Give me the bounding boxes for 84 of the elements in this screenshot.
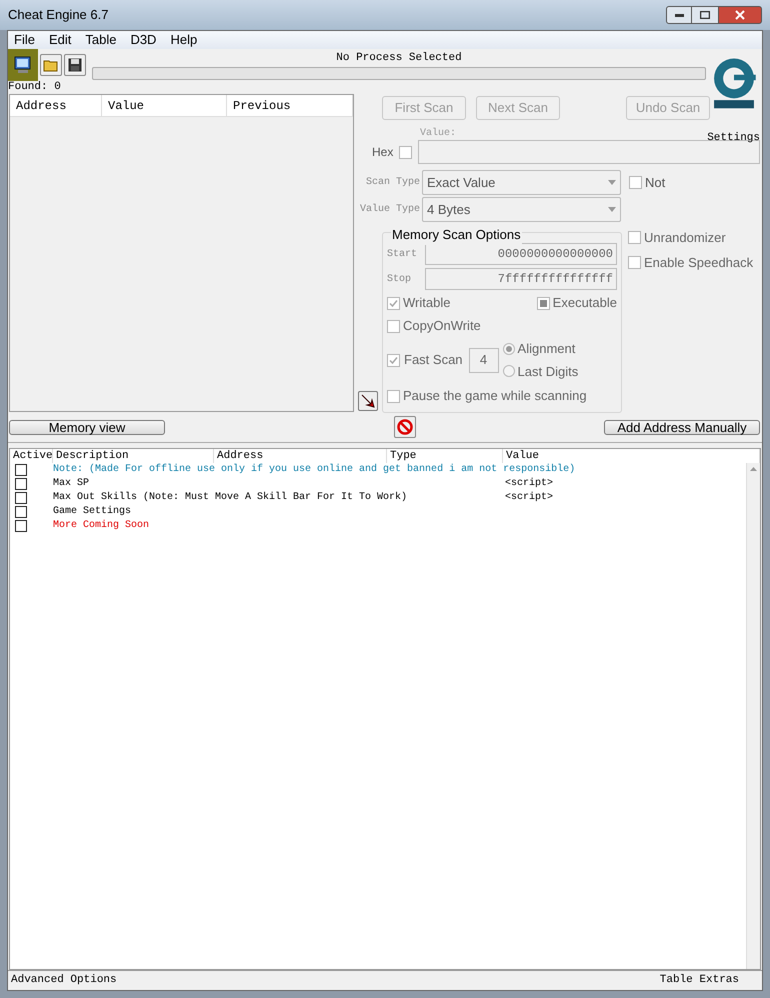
value-type-dropdown[interactable]: 4 Bytes — [422, 197, 621, 222]
no-entry-icon — [396, 419, 412, 435]
table-extras-link[interactable]: Table Extras — [660, 972, 739, 989]
scan-type-label: Scan Type — [364, 176, 420, 190]
address-field[interactable]: 7fffffffffffffff — [425, 268, 617, 290]
maximize-button[interactable] — [692, 6, 718, 24]
process-label: No Process Selected — [335, 51, 463, 66]
executable-label: Executable — [552, 294, 617, 312]
floppy-icon — [68, 58, 82, 72]
clear-button[interactable] — [394, 416, 416, 438]
range-label: Stop — [387, 272, 412, 286]
menu-item[interactable]: Help — [170, 30, 198, 50]
scroll-up-icon — [750, 467, 757, 471]
menu-item[interactable]: File — [14, 30, 35, 50]
radio-button[interactable] — [502, 365, 515, 378]
checkbox[interactable] — [387, 320, 400, 332]
address-field[interactable]: 0000000000000000 — [425, 243, 617, 265]
option-label: Enable Speedhack — [644, 254, 754, 272]
column-header[interactable]: Active — [10, 449, 53, 463]
settings-label[interactable]: Settings — [707, 130, 760, 146]
minimize-button[interactable] — [666, 6, 692, 24]
computer-icon — [13, 55, 33, 75]
description-cell-text: Game Settings — [53, 505, 132, 519]
fast-scan-field[interactable]: 4 — [468, 348, 499, 372]
scrollbar[interactable] — [746, 463, 760, 969]
checkbox[interactable] — [628, 231, 641, 244]
description-cell-text: More Coming Soon — [53, 519, 150, 533]
column-header[interactable]: Address — [214, 449, 387, 463]
checkbox[interactable] — [387, 354, 400, 366]
checkbox[interactable] — [629, 176, 642, 189]
radio-label: Alignment — [518, 340, 576, 358]
active-checkbox[interactable] — [15, 520, 27, 532]
value-cell: <script> — [505, 491, 554, 505]
close-icon — [735, 10, 745, 20]
writable-label: Writable — [403, 294, 450, 312]
checkbox[interactable] — [536, 296, 550, 310]
pause-label: Pause the game while scanning — [403, 387, 587, 406]
active-checkbox[interactable] — [15, 464, 27, 476]
add-address-button[interactable]: Add Address Manually — [604, 420, 760, 434]
maximize-icon — [700, 11, 710, 19]
radio-label: Last Digits — [518, 362, 578, 381]
advanced-options-link[interactable]: Advanced Options — [11, 972, 117, 989]
folder-icon — [43, 58, 59, 72]
dropdown-arrow-icon — [608, 207, 616, 212]
option-label: Unrandomizer — [644, 229, 726, 247]
save-button[interactable] — [64, 54, 86, 76]
pointer-button[interactable] — [358, 391, 378, 411]
radio-button[interactable] — [502, 342, 515, 355]
open-button[interactable] — [40, 54, 62, 76]
value-cell: <script> — [505, 477, 554, 491]
column-header[interactable]: Previous — [227, 95, 353, 116]
copy-on-write-label: CopyOnWrite — [403, 317, 481, 336]
column-header[interactable]: Address — [10, 95, 102, 116]
scan-type-dropdown[interactable]: Exact Value — [422, 170, 621, 195]
checkbox[interactable] — [387, 296, 400, 310]
process-button[interactable] — [8, 49, 38, 81]
memory-view-button[interactable]: Memory view — [9, 420, 165, 434]
description-cell-text: Max SP — [53, 477, 90, 491]
menu-item[interactable]: D3D — [130, 30, 156, 50]
range-label: Start — [387, 248, 418, 262]
not-label: Not — [645, 174, 666, 192]
column-header[interactable]: Type — [387, 449, 503, 463]
checkbox[interactable] — [399, 146, 412, 158]
minimize-icon — [674, 14, 684, 16]
found-count: Found: 0 — [8, 81, 62, 94]
fast-scan-label: Fast Scan — [404, 351, 463, 370]
description-cell-text: Max Out Skills (Note: Must Move A Skill Bar For It To Work) — [53, 491, 408, 505]
arrow-icon — [361, 394, 375, 408]
menu-item[interactable]: Edit — [48, 30, 72, 50]
dropdown-arrow-icon — [608, 180, 616, 185]
active-checkbox[interactable] — [15, 492, 27, 504]
column-header[interactable]: Value — [102, 95, 227, 116]
hex-label: Hex — [372, 144, 394, 161]
column-header[interactable]: Description — [53, 449, 214, 463]
close-button[interactable] — [718, 6, 762, 24]
description-cell: Note: (Made For offline use only if you use online and get banned i am not responsible) — [53, 463, 576, 477]
value-type-label: Value Type — [358, 202, 420, 217]
value-label: Value: — [420, 128, 456, 140]
checkbox[interactable] — [387, 390, 400, 402]
window-title: Cheat Engine 6.7 — [8, 6, 108, 24]
menu-item[interactable]: Table — [85, 30, 116, 50]
active-checkbox[interactable] — [15, 506, 27, 518]
active-checkbox[interactable] — [15, 478, 27, 490]
checkbox[interactable] — [628, 256, 641, 269]
